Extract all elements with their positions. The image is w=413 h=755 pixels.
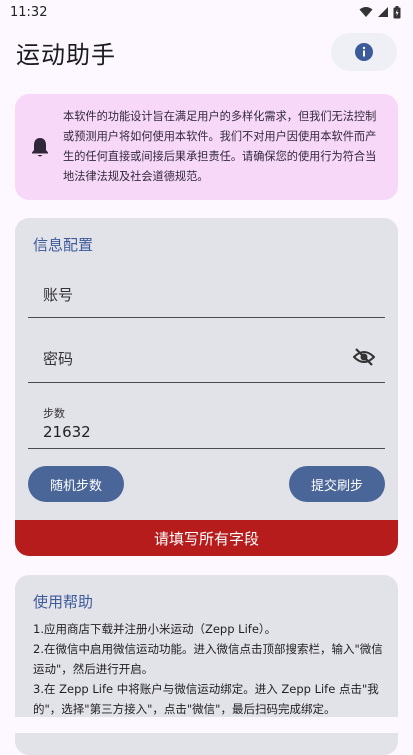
- steps-label: 步数: [43, 407, 65, 420]
- app-bar: 运动助手: [0, 26, 413, 78]
- help-line: 3.在 Zepp Life 中将账户与微信运动绑定。进入 Zepp Life 点…: [33, 682, 379, 716]
- info-icon: [355, 43, 373, 61]
- bell-icon: [32, 138, 48, 157]
- status-time: 11:32: [10, 4, 48, 20]
- signal-icon: [378, 7, 388, 17]
- account-placeholder: 账号: [43, 286, 74, 304]
- help-text: 1.应用商店下载并注册小米运动（Zepp Life）。 2.在微信中启用微信运动…: [33, 619, 385, 719]
- random-steps-button[interactable]: 随机步数: [28, 466, 124, 502]
- config-title: 信息配置: [33, 236, 94, 254]
- help-title: 使用帮助: [33, 593, 94, 611]
- disclaimer-card: 本软件的功能设计旨在满足用户的多样化需求，但我们无法控制或预测用户将如何使用本软…: [15, 94, 398, 200]
- navigation-bar: [0, 717, 413, 733]
- info-button[interactable]: [331, 33, 397, 71]
- config-card: 信息配置 账号 密码 步数 21632 随机步数 提交刷步: [15, 218, 398, 556]
- account-field[interactable]: 账号: [28, 266, 385, 318]
- visibility-off-icon[interactable]: [353, 347, 375, 367]
- password-field[interactable]: 密码: [28, 330, 385, 383]
- submit-steps-button[interactable]: 提交刷步: [289, 466, 385, 502]
- error-message: 请填写所有字段: [15, 520, 398, 556]
- wifi-icon: [359, 7, 373, 17]
- steps-field[interactable]: 步数 21632: [28, 394, 385, 449]
- steps-value: 21632: [43, 423, 91, 441]
- page-title: 运动助手: [16, 40, 116, 69]
- status-icons: [359, 5, 401, 19]
- disclaimer-text: 本软件的功能设计旨在满足用户的多样化需求，但我们无法控制或预测用户将如何使用本软…: [63, 110, 377, 183]
- password-placeholder: 密码: [43, 350, 74, 368]
- help-line: 1.应用商店下载并注册小米运动（Zepp Life）。: [33, 622, 277, 636]
- help-line: 2.在微信中启用微信运动功能。进入微信点击顶部搜索栏，输入"微信运动"，然后进行…: [33, 642, 383, 676]
- status-bar: 11:32: [0, 0, 413, 24]
- battery-icon: [393, 5, 401, 18]
